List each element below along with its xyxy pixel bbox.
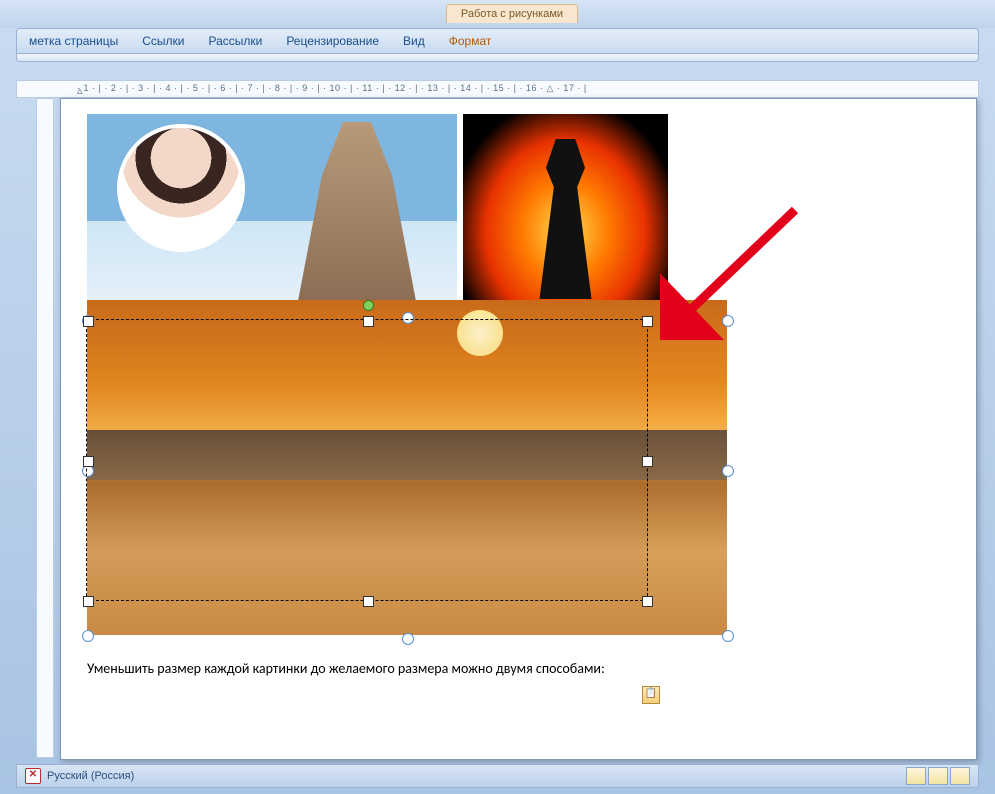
document-image-1[interactable] bbox=[87, 114, 457, 309]
status-bar: ✕ Русский (Россия) bbox=[16, 764, 979, 788]
view-print-layout-button[interactable] bbox=[906, 767, 926, 785]
tab-mailings[interactable]: Рассылки bbox=[208, 34, 262, 48]
paste-options-button[interactable]: 📋 bbox=[642, 686, 660, 704]
tab-format[interactable]: Формат bbox=[449, 34, 492, 48]
picture-tools-context-tab[interactable]: Работа с рисунками bbox=[446, 4, 578, 23]
tab-view[interactable]: Вид bbox=[403, 34, 425, 48]
portrait-circle bbox=[117, 124, 245, 252]
view-web-layout-button[interactable] bbox=[950, 767, 970, 785]
ribbon-body bbox=[16, 54, 979, 62]
document-image-2[interactable] bbox=[463, 114, 668, 309]
selection-handle-bl[interactable] bbox=[82, 630, 94, 642]
selection-handle-br[interactable] bbox=[722, 630, 734, 642]
vertical-ruler[interactable] bbox=[36, 98, 54, 758]
crop-rectangle[interactable] bbox=[87, 320, 647, 600]
ruler-ticks: · 1 · | · 2 · | · 3 · | · 4 · | · 5 · | … bbox=[77, 83, 587, 94]
status-language[interactable]: Русский (Россия) bbox=[47, 770, 134, 782]
tab-page-layout[interactable]: метка страницы bbox=[29, 34, 118, 48]
proofing-errors-icon[interactable]: ✕ bbox=[25, 768, 41, 784]
view-buttons bbox=[906, 767, 970, 785]
tab-references[interactable]: Ссылки bbox=[142, 34, 184, 48]
document-text-line[interactable]: Уменьшить размер каждой картинки до жела… bbox=[87, 660, 605, 677]
tab-review[interactable]: Рецензирование bbox=[286, 34, 379, 48]
view-full-screen-button[interactable] bbox=[928, 767, 948, 785]
title-bar: Работа с рисунками bbox=[0, 0, 995, 28]
portrait-man bbox=[287, 122, 427, 300]
selection-handle-bm[interactable] bbox=[402, 633, 414, 645]
selection-handle-mr[interactable] bbox=[722, 465, 734, 477]
ribbon-tabs: метка страницы Ссылки Рассылки Рецензиро… bbox=[16, 28, 979, 54]
selection-handle-tr[interactable] bbox=[722, 315, 734, 327]
horizontal-ruler[interactable]: ▵ · 1 · | · 2 · | · 3 · | · 4 · | · 5 · … bbox=[16, 80, 979, 98]
app-window: Работа с рисунками метка страницы Ссылки… bbox=[0, 0, 995, 794]
